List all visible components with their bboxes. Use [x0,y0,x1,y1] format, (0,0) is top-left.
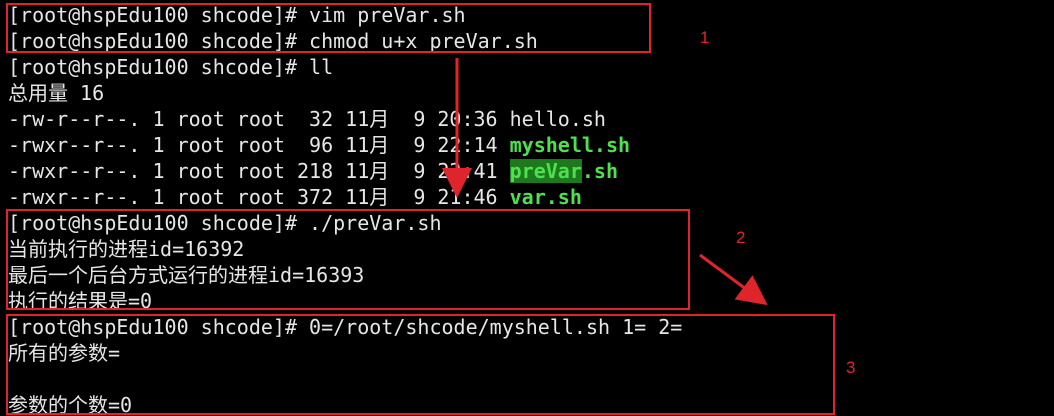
arrow-diagonal-icon [699,253,768,306]
annotation-arrows [442,58,768,306]
